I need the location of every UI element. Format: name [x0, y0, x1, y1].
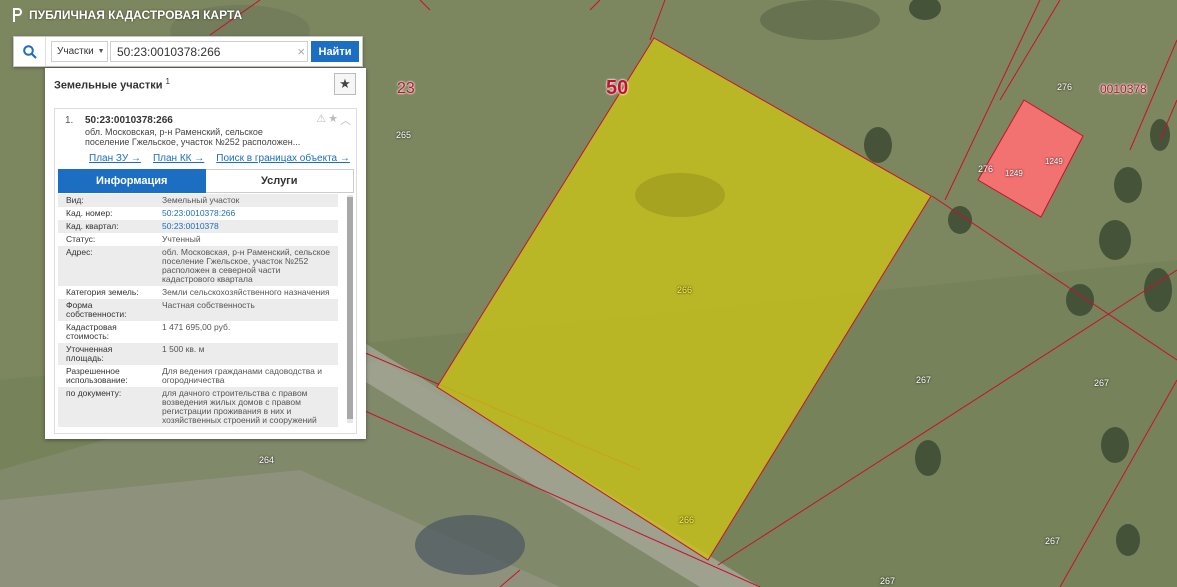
scrollbar[interactable]: [347, 195, 353, 423]
result-index: 1.: [65, 115, 74, 126]
info-row-key: Форма собственности:: [66, 300, 127, 319]
result-item: ⚠ ★ ︿ 1. 50:23:0010378:266 обл. Московск…: [54, 108, 357, 434]
info-row: Уточненная площадь: 1 500 кв. м: [58, 343, 338, 365]
collapse-icon[interactable]: ︿: [340, 112, 351, 128]
info-row-key: Кад. квартал:: [66, 221, 119, 231]
info-row-key: Адрес:: [66, 247, 93, 257]
quarter-label: 0010378: [1100, 82, 1147, 96]
info-row-key: Кадастровая стоимость:: [66, 322, 117, 341]
result-item-actions: ⚠ ★ ︿: [316, 112, 351, 128]
info-tabs: Информация Услуги: [58, 169, 354, 193]
clear-icon[interactable]: ×: [297, 44, 305, 59]
parcel-267-label: 267: [916, 375, 932, 385]
parcel-264-label: 264: [259, 455, 275, 465]
parcel-265-label: 265: [396, 130, 412, 140]
result-links: План ЗУ → План КК → Поиск в границах объ…: [55, 147, 356, 164]
info-row: Кад. квартал: 50:23:0010378: [58, 220, 338, 233]
search-input[interactable]: [110, 41, 308, 62]
results-panel: Земельные участки 1 ★ ⚠ ★ ︿ 1. 50:23:001…: [45, 68, 366, 439]
favorite-star-icon[interactable]: ★: [334, 73, 356, 95]
parcel-267-label-4: 267: [880, 576, 896, 586]
parcel-266-label: 266: [677, 285, 693, 295]
rosreestr-logo-icon: [13, 8, 22, 22]
info-row: Статус: Учтенный: [58, 233, 338, 246]
star-icon[interactable]: ★: [328, 112, 338, 128]
search-icon[interactable]: [14, 37, 46, 66]
app-title: ПУБЛИЧНАЯ КАДАСТРОВАЯ КАРТА: [29, 8, 243, 22]
panel-header: Земельные участки 1 ★: [45, 68, 366, 100]
app-header: ПУБЛИЧНАЯ КАДАСТРОВАЯ КАРТА: [11, 7, 242, 23]
caret-down-icon: ▼: [97, 48, 105, 55]
info-row-key: Категория земель:: [66, 287, 139, 297]
info-row: по документу: для дачного строительства с…: [58, 387, 338, 427]
info-row: Кад. номер: 50:23:0010378:266: [58, 207, 338, 220]
search-in-bounds-link[interactable]: Поиск в границах объекта →: [216, 153, 350, 164]
info-row: Кадастровая стоимость: 1 471 695,00 руб.: [58, 321, 338, 343]
info-table: Вид: Земельный участок Кад. номер: 50:23:00…: [58, 194, 354, 434]
find-button[interactable]: Найти: [311, 41, 359, 62]
info-row-key: Разрешенное использование:: [66, 366, 128, 385]
info-row: Вид: Земельный участок: [58, 194, 338, 207]
info-row-key: Уточненная площадь:: [66, 344, 113, 363]
region-label: 50: [606, 77, 629, 99]
info-row-value: Земли сельскохозяйственного назначения: [162, 287, 330, 297]
info-row-key: Вид:: [66, 195, 84, 205]
search-type-label: Участки: [57, 46, 94, 57]
tab-services[interactable]: Услуги: [205, 169, 354, 193]
info-row-value: Частная собственность: [162, 300, 255, 310]
parcel-276-label-2: 276: [978, 164, 994, 174]
info-row-value[interactable]: 50:23:0010378:266: [154, 207, 338, 220]
tab-information[interactable]: Информация: [58, 169, 206, 193]
search-bar: Участки ▼ × Найти: [13, 36, 363, 67]
info-row-value: Земельный участок: [162, 195, 240, 205]
info-row-value: Учтенный: [162, 234, 201, 244]
building-1249-label-2: 1249: [1045, 157, 1063, 166]
parcel-267-label-2: 267: [1094, 378, 1110, 388]
info-row: Форма собственности: Частная собственност…: [58, 299, 338, 321]
plan-kk-link[interactable]: План КК →: [153, 153, 204, 164]
result-count: 1: [165, 76, 170, 86]
district-label: 23: [397, 80, 415, 97]
parcel-276-label: 276: [1057, 82, 1073, 92]
panel-title: Земельные участки 1: [54, 76, 170, 92]
info-row-value: Для ведения гражданами садоводства и ого…: [162, 366, 323, 385]
info-row-key: по документу:: [66, 388, 122, 398]
plan-zu-link[interactable]: План ЗУ →: [89, 153, 141, 164]
info-row-value: для дачного строительства с правом возве…: [162, 388, 317, 425]
info-row-value: обл. Московская, р-н Раменский, сельское…: [162, 247, 331, 284]
info-row-key: Статус:: [66, 234, 96, 244]
info-row-value: 1 471 695,00 руб.: [162, 322, 231, 332]
result-cad-number[interactable]: 50:23:0010378:266: [85, 115, 305, 126]
parcel-266-label-2: 266: [679, 515, 695, 525]
info-row-key: Кад. номер:: [66, 208, 113, 218]
result-address: обл. Московская, р-н Раменский, сельское…: [85, 127, 301, 147]
info-row: Адрес: обл. Московская, р-н Раменский, се…: [58, 246, 338, 286]
warning-icon[interactable]: ⚠: [316, 112, 326, 128]
scrollbar-thumb[interactable]: [347, 197, 353, 419]
info-row-value[interactable]: 50:23:0010378: [154, 220, 338, 233]
building-1249-label: 1249: [1005, 169, 1023, 178]
info-row: Разрешенное использование: Для ведения гр…: [58, 365, 338, 387]
parcel-267-label-3: 267: [1045, 536, 1061, 546]
search-type-select[interactable]: Участки ▼: [51, 41, 108, 62]
info-row-value: 1 500 кв. м: [162, 344, 205, 354]
info-row: Категория земель: Земли сельскохозяйствен…: [58, 286, 338, 299]
